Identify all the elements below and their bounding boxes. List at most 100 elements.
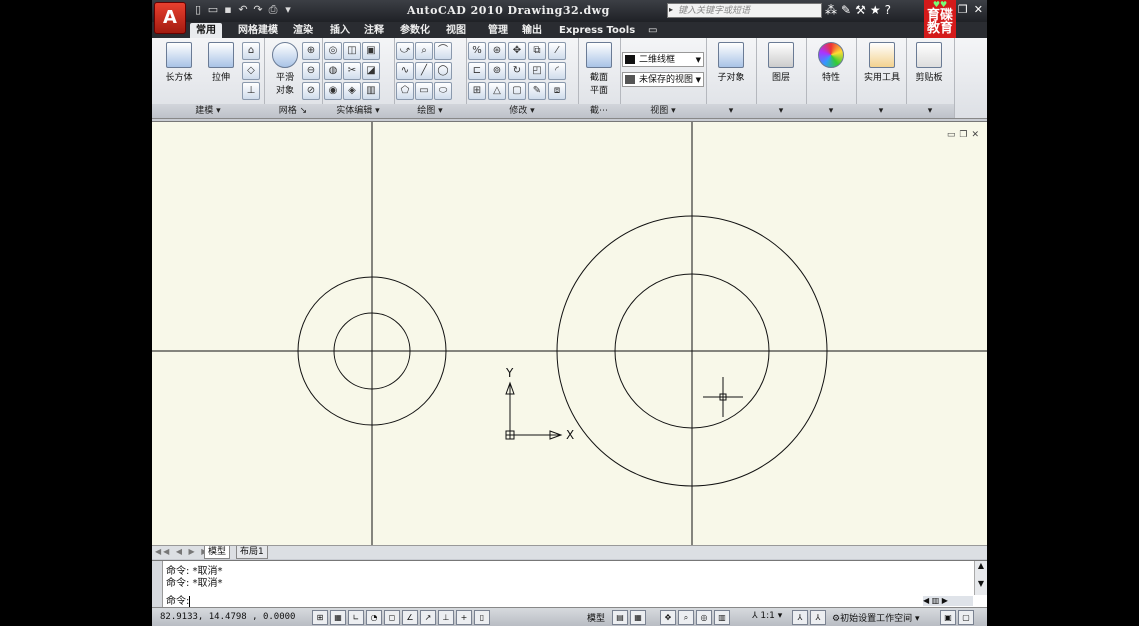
- polysolid-icon[interactable]: ⌂: [242, 42, 260, 60]
- subtract-icon[interactable]: ◍: [324, 62, 342, 80]
- rotate-icon[interactable]: ↻: [508, 62, 526, 80]
- auto-scale-icon[interactable]: ⅄: [810, 610, 826, 625]
- command-input[interactable]: 命令:: [166, 592, 936, 607]
- thicken-icon[interactable]: ◈: [343, 82, 361, 100]
- ribbon-minimize-icon[interactable]: ▭: [648, 23, 660, 38]
- explode-icon[interactable]: ⧈: [548, 82, 566, 100]
- 3d-object-snap-icon[interactable]: ∠: [402, 610, 418, 625]
- tab-express-tools[interactable]: Express Tools: [559, 23, 635, 38]
- panel-view-footer[interactable]: 视图 ▾: [620, 104, 706, 118]
- scale-icon[interactable]: ◰: [528, 62, 546, 80]
- offset-icon[interactable]: ▢: [508, 82, 526, 100]
- layers-button[interactable]: 图层: [762, 42, 800, 83]
- panel-modeling-footer[interactable]: 建模 ▾: [152, 104, 264, 118]
- extrude-button[interactable]: 拉伸: [202, 42, 240, 83]
- tab-insert[interactable]: 插入: [330, 23, 350, 38]
- subscription-icon[interactable]: ⚒: [855, 3, 866, 17]
- tab-home[interactable]: 常用: [190, 23, 222, 38]
- tab-mesh-modeling[interactable]: 网格建模: [238, 23, 278, 38]
- smooth-less-icon[interactable]: ⊖: [302, 62, 320, 80]
- erase-icon[interactable]: ⁄: [548, 42, 566, 60]
- model-space-button[interactable]: 模型: [587, 611, 605, 624]
- extrude-faces-icon[interactable]: ▣: [362, 42, 380, 60]
- restore-icon[interactable]: ❐: [959, 130, 967, 140]
- utilities-button[interactable]: 实用工具: [860, 42, 904, 83]
- smooth-more-icon[interactable]: ⊕: [302, 42, 320, 60]
- revolve-icon[interactable]: ⊥: [242, 82, 260, 100]
- showmotion-icon[interactable]: ▥: [714, 610, 730, 625]
- search-results-icon[interactable]: ⁂: [825, 3, 837, 17]
- minimize-icon[interactable]: ▭: [947, 130, 956, 140]
- union-icon[interactable]: ◎: [324, 42, 342, 60]
- snap-mode-icon[interactable]: ⊞: [312, 610, 328, 625]
- panel-draw-footer[interactable]: 绘图 ▾: [394, 104, 466, 118]
- object-snap-tracking-icon[interactable]: ↗: [420, 610, 436, 625]
- dynamic-ucs-icon[interactable]: ⊥: [438, 610, 454, 625]
- polyline-icon[interactable]: ⤻: [396, 42, 414, 60]
- saved-view-dropdown[interactable]: 未保存的视图 ▼: [622, 72, 704, 87]
- annotation-visibility-icon[interactable]: ⅄: [792, 610, 808, 625]
- drawing-canvas[interactable]: Y X ▭ ❐ ✕: [152, 121, 987, 546]
- stretch-icon[interactable]: ⊏: [468, 62, 486, 80]
- tab-output[interactable]: 输出: [522, 23, 542, 38]
- tab-view[interactable]: 视图: [446, 23, 466, 38]
- slice-icon[interactable]: ✂: [343, 62, 361, 80]
- plot-icon[interactable]: ⎙: [267, 4, 279, 16]
- search-input[interactable]: 键入关键字或短语: [667, 3, 822, 18]
- command-grip[interactable]: [152, 561, 163, 607]
- fillet-icon[interactable]: ◜: [548, 62, 566, 80]
- panel-mesh-footer[interactable]: 网格 ↘: [264, 104, 322, 118]
- panel-utilities-footer[interactable]: ▾: [856, 104, 906, 118]
- polar-tracking-icon[interactable]: ◔: [366, 610, 382, 625]
- circle-icon[interactable]: ◯: [434, 62, 452, 80]
- panel-section-footer[interactable]: 截⋯: [578, 104, 620, 118]
- box-button[interactable]: 长方体: [160, 42, 198, 83]
- presspull-icon[interactable]: ◇: [242, 62, 260, 80]
- section-plane-button[interactable]: 截面 平面: [580, 42, 618, 96]
- tab-render[interactable]: 渲染: [293, 23, 313, 38]
- pencil-icon[interactable]: ✎: [528, 82, 546, 100]
- clean-screen-icon[interactable]: ▢: [958, 610, 974, 625]
- visual-style-dropdown[interactable]: 二维线框 ▼: [622, 52, 704, 67]
- new-icon[interactable]: ▯: [192, 4, 204, 16]
- mirror-icon[interactable]: △: [488, 82, 506, 100]
- copy-icon[interactable]: ⧉: [528, 42, 546, 60]
- polygon-icon[interactable]: ⬠: [396, 82, 414, 100]
- undo-icon[interactable]: ↶: [237, 4, 249, 16]
- subobject-button[interactable]: 子对象: [712, 42, 750, 83]
- zoom-icon[interactable]: ⌕: [678, 610, 694, 625]
- tab-annotate[interactable]: 注释: [364, 23, 384, 38]
- help-icon[interactable]: ?: [885, 3, 891, 17]
- open-icon[interactable]: ▭: [207, 4, 219, 16]
- command-scrollbar[interactable]: ▲ ▼: [974, 561, 987, 595]
- align-icon[interactable]: ⊚: [488, 62, 506, 80]
- lock-icon[interactable]: ▣: [940, 610, 956, 625]
- rectangle-icon[interactable]: ▭: [415, 82, 433, 100]
- shell-icon[interactable]: ▥: [362, 82, 380, 100]
- ellipse-icon[interactable]: ⬭: [434, 82, 452, 100]
- panel-subobject-footer[interactable]: ▾: [706, 104, 756, 118]
- dynamic-input-icon[interactable]: +: [456, 610, 472, 625]
- application-menu-button[interactable]: A: [154, 2, 186, 34]
- panel-properties-footer[interactable]: ▾: [806, 104, 856, 118]
- refine-mesh-icon[interactable]: ⊘: [302, 82, 320, 100]
- redo-icon[interactable]: ↷: [252, 4, 264, 16]
- ortho-mode-icon[interactable]: ∟: [348, 610, 364, 625]
- tab-manage[interactable]: 管理: [488, 23, 508, 38]
- command-hscrollbar[interactable]: ◀ ▥ ▶: [923, 596, 973, 606]
- search-arrow-icon[interactable]: ▸: [669, 5, 673, 14]
- trim-icon[interactable]: %: [468, 42, 486, 60]
- smooth-object-button[interactable]: 平滑 对象: [266, 42, 304, 96]
- properties-button[interactable]: 特性: [812, 42, 850, 83]
- intersect-icon[interactable]: ◉: [324, 82, 342, 100]
- grid-display-icon[interactable]: ▦: [330, 610, 346, 625]
- tab-parametric[interactable]: 参数化: [400, 23, 430, 38]
- panel-solid-edit-footer[interactable]: 实体编辑 ▾: [322, 104, 394, 118]
- array-icon[interactable]: ⊞: [468, 82, 486, 100]
- extract-edges-icon[interactable]: ◫: [343, 42, 361, 60]
- panel-modify-footer[interactable]: 修改 ▾: [466, 104, 578, 118]
- save-icon[interactable]: ▪: [222, 4, 234, 16]
- close-icon[interactable]: ✕: [974, 3, 983, 16]
- lineweight-icon[interactable]: ▯: [474, 610, 490, 625]
- panel-clipboard-footer[interactable]: ▾: [906, 104, 954, 118]
